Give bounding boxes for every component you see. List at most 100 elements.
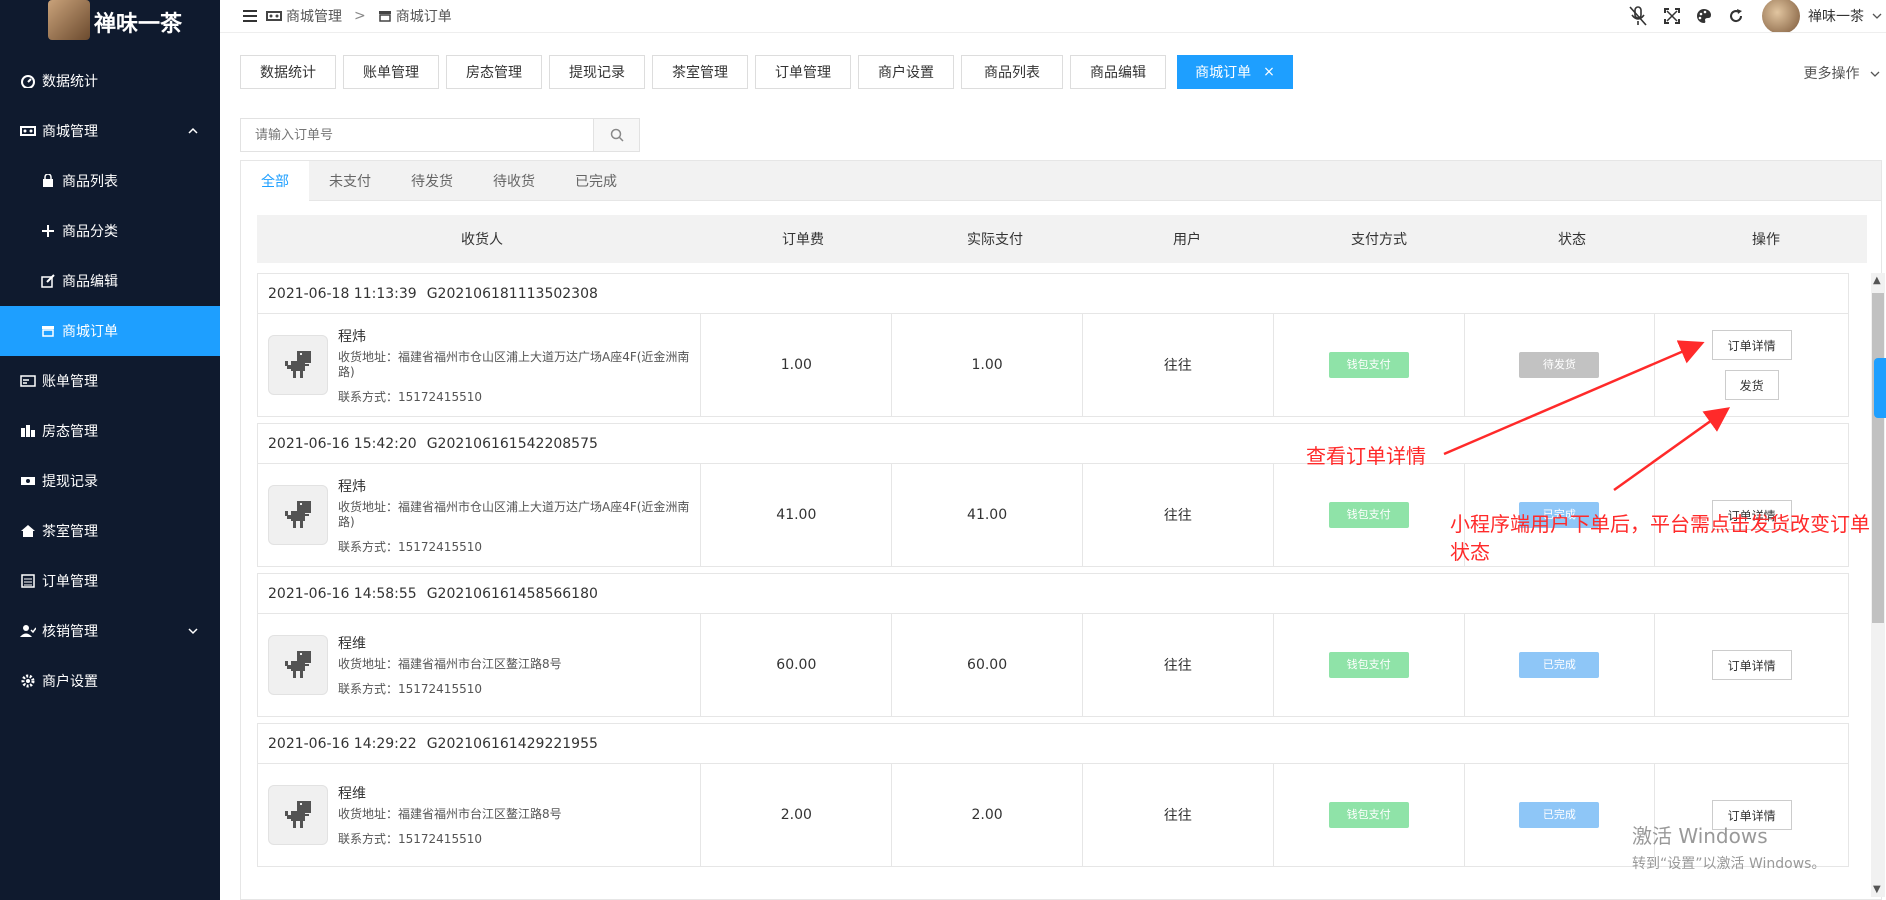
tab-room-status[interactable]: 房态管理 (446, 55, 542, 89)
breadcrumb-separator: > (354, 8, 366, 24)
order-user: 往往 (1083, 614, 1274, 716)
app-title: 禅味一茶 (94, 12, 183, 37)
avatar[interactable] (1762, 0, 1800, 34)
table-row: 程炜 收货地址：福建省福州市仓山区浦上大道万达广场A座4F(近金洲南路) 联系方… (258, 314, 1848, 416)
mic-off-icon[interactable] (1628, 5, 1648, 27)
breadcrumb: 商城管理 > 商城订单 (258, 6, 452, 26)
sidebar-item-product-list[interactable]: 商品列表 (0, 156, 220, 206)
table-row: 程维 收货地址：福建省福州市台江区鳌江路8号 联系方式：15172415510 … (258, 764, 1848, 866)
tab-orders[interactable]: 订单管理 (755, 55, 851, 89)
chevron-down-icon[interactable] (1872, 12, 1882, 20)
order-list: 2021-06-18 11:13:39 G202106181113502308 … (257, 273, 1849, 873)
close-icon[interactable]: × (1263, 64, 1275, 80)
tab-all[interactable]: 全部 (241, 161, 309, 201)
order-fee: 1.00 (701, 314, 893, 416)
order-detail-button[interactable]: 订单详情 (1711, 650, 1792, 680)
fullscreen-icon[interactable] (1664, 8, 1680, 24)
search-input[interactable] (241, 119, 593, 151)
tab-merchant-settings[interactable]: 商户设置 (858, 55, 954, 89)
tab-unpaid[interactable]: 未支付 (309, 161, 391, 201)
sidebar-item-label: 商城订单 (62, 324, 118, 340)
tab-withdrawals[interactable]: 提现记录 (549, 55, 645, 89)
sidebar-item-dashboard[interactable]: 数据统计 (0, 56, 220, 106)
chevron-up-icon (188, 123, 198, 139)
order-time: 2021-06-18 11:13:39 (268, 285, 417, 302)
scroll-up-icon[interactable]: ▲ (1873, 275, 1881, 286)
column-header: 操作 (1752, 232, 1780, 248)
order-id: G202106161542208575 (426, 435, 598, 452)
tab-product-edit[interactable]: 商品编辑 (1070, 55, 1166, 89)
column-header: 订单费 (782, 232, 824, 248)
tab-shop-orders[interactable]: 商城订单 × (1177, 55, 1293, 89)
sidebar-item-verification[interactable]: 核销管理 (0, 606, 220, 656)
logo: 禅味一茶 (0, 0, 220, 44)
tab-to-receive[interactable]: 待收货 (473, 161, 555, 201)
sidebar-item-room-status[interactable]: 房态管理 (0, 406, 220, 456)
header-toolbar: 禅味一茶 (1620, 0, 1886, 34)
store-icon (40, 323, 56, 339)
recipient-cell: 程维 收货地址：福建省福州市台江区鳌江路8号 联系方式：15172415510 (258, 764, 702, 866)
sidebar: 禅味一茶 数据统计 商城管理 商品列表 商品分类 商品编辑 商城订单 账单管理 … (0, 0, 220, 900)
actual-payment: 60.00 (892, 614, 1083, 716)
column-header: 收货人 (461, 232, 503, 248)
user-icon (20, 623, 36, 639)
tab-data-stats[interactable]: 数据统计 (240, 55, 336, 89)
table-header: 收货人 订单费 实际支付 用户 支付方式 状态 操作 (257, 215, 1867, 263)
recipient-cell: 程维 收货地址：福建省福州市台江区鳌江路8号 联系方式：15172415510 (258, 614, 702, 716)
order-fee: 41.00 (701, 464, 893, 566)
recipient-name: 程炜 (338, 328, 366, 345)
recipient-name: 程维 (338, 786, 366, 802)
scroll-down-icon[interactable]: ▼ (1873, 884, 1881, 895)
breadcrumb-item[interactable]: 商城管理 (286, 6, 342, 26)
sidebar-item-tea-room[interactable]: 茶室管理 (0, 506, 220, 556)
recipient-address: 收货地址：福建省福州市仓山区浦上大道万达广场A座4F(近金洲南路) (338, 499, 690, 529)
tab-label: 茶室管理 (672, 65, 728, 81)
palette-icon[interactable] (1696, 8, 1712, 24)
table-row: 程维 收货地址：福建省福州市台江区鳌江路8号 联系方式：15172415510 … (258, 614, 1848, 716)
store-icon (378, 10, 392, 22)
shop-icon (20, 123, 36, 139)
shop-icon (266, 10, 282, 22)
column-header: 实际支付 (967, 232, 1023, 248)
sidebar-item-shop-orders[interactable]: 商城订单 (0, 306, 220, 356)
move-icon (40, 223, 56, 239)
tab-to-ship[interactable]: 待发货 (391, 161, 473, 201)
payment-badge: 钱包支付 (1328, 802, 1409, 828)
sidebar-item-merchant-settings[interactable]: 商户设置 (0, 656, 220, 706)
payment-badge: 钱包支付 (1328, 502, 1409, 528)
sidebar-item-shop[interactable]: 商城管理 (0, 106, 220, 156)
recipient-name: 程炜 (338, 478, 366, 495)
payment-method-cell: 钱包支付 (1274, 614, 1465, 716)
user-name[interactable]: 禅味一茶 (1808, 6, 1864, 26)
edit-icon (40, 273, 56, 289)
tab-label: 商品列表 (984, 65, 1040, 81)
order-time: 2021-06-16 15:42:20 (268, 435, 417, 452)
sidebar-item-label: 商户设置 (42, 674, 98, 690)
refresh-icon[interactable] (1728, 8, 1744, 24)
dashboard-icon (20, 73, 36, 89)
sidebar-item-product-edit[interactable]: 商品编辑 (0, 256, 220, 306)
status-badge: 已完成 (1519, 652, 1600, 678)
scrollbar-thumb[interactable] (1872, 293, 1884, 623)
header: 商城管理 > 商城订单 禅味一茶 (220, 0, 1886, 34)
sidebar-item-product-category[interactable]: 商品分类 (0, 206, 220, 256)
tab-completed[interactable]: 已完成 (555, 161, 637, 201)
tab-bills[interactable]: 账单管理 (343, 55, 439, 89)
tab-tea-room[interactable]: 茶室管理 (652, 55, 748, 89)
tab-label: 订单管理 (775, 65, 831, 81)
sidebar-nav: 数据统计 商城管理 商品列表 商品分类 商品编辑 商城订单 账单管理 房态管理 … (0, 56, 220, 706)
sidebar-item-bills[interactable]: 账单管理 (0, 356, 220, 406)
order-detail-button[interactable]: 订单详情 (1711, 330, 1792, 360)
tab-product-list[interactable]: 商品列表 (961, 55, 1063, 89)
chevron-down-icon (188, 623, 198, 639)
side-panel-handle[interactable] (1874, 358, 1886, 418)
sidebar-item-label: 账单管理 (42, 374, 98, 390)
menu-toggle-icon[interactable] (242, 9, 258, 23)
sidebar-item-orders[interactable]: 订单管理 (0, 556, 220, 606)
more-actions-dropdown[interactable]: 更多操作 (1804, 63, 1880, 83)
ship-button[interactable]: 发货 (1724, 370, 1779, 400)
search-button[interactable] (593, 119, 639, 151)
actual-payment: 1.00 (892, 314, 1083, 416)
sidebar-item-withdrawals[interactable]: 提现记录 (0, 456, 220, 506)
recipient-address: 收货地址：福建省福州市仓山区浦上大道万达广场A座4F(近金洲南路) (338, 349, 690, 379)
